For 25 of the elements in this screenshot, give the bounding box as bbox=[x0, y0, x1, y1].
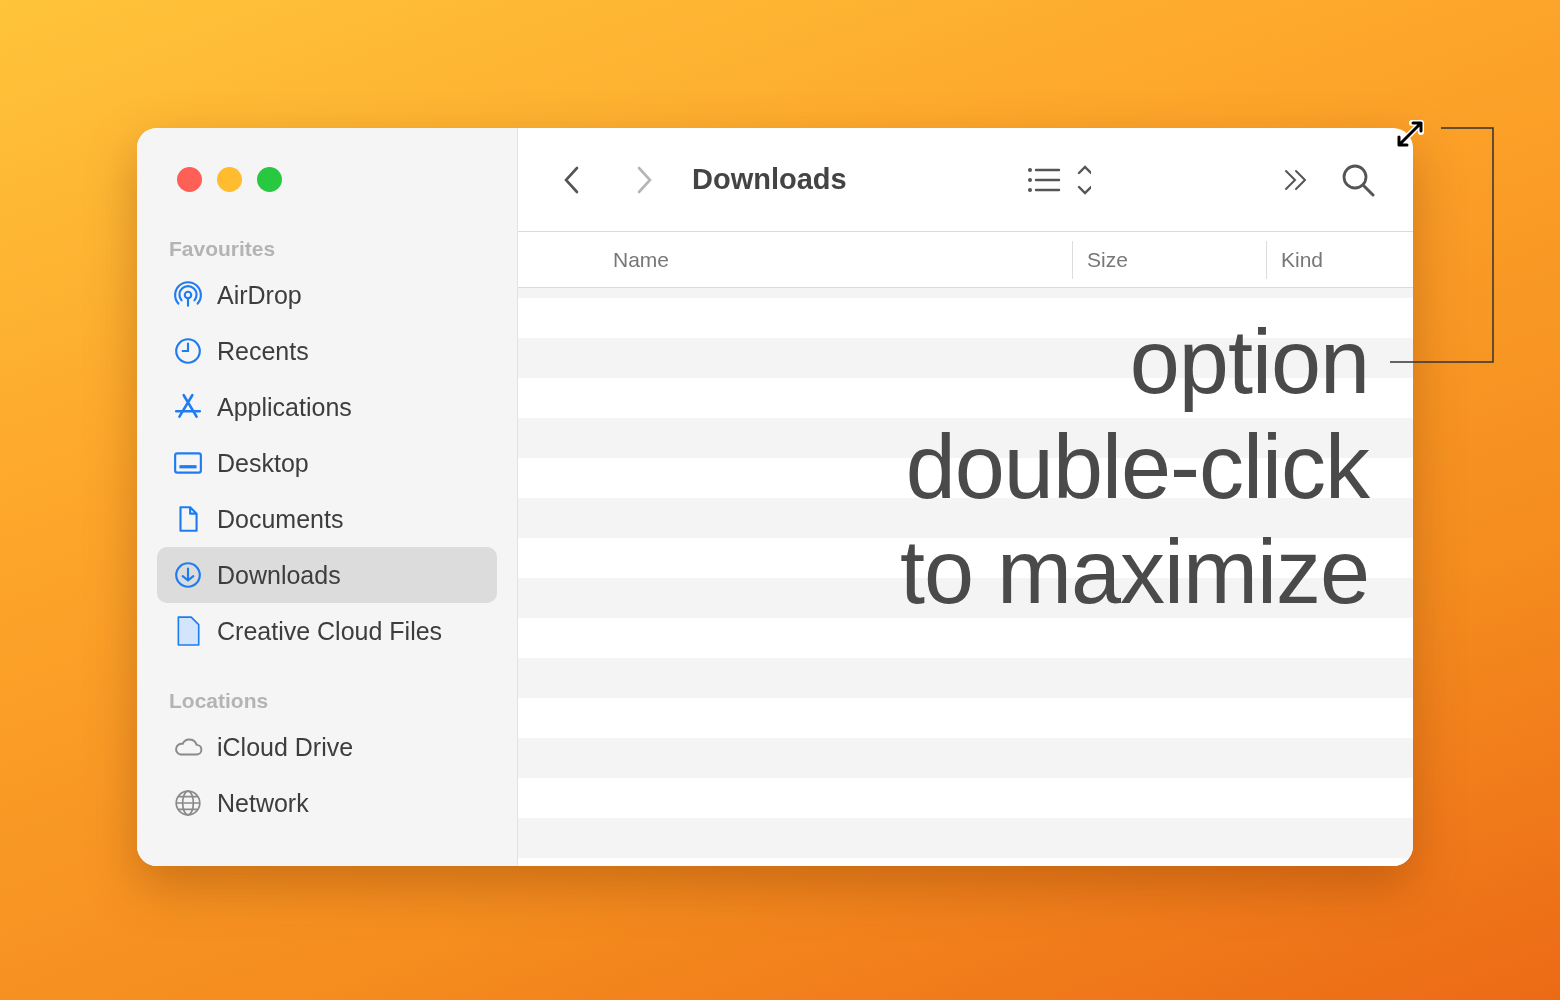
annotation-text: to maximize bbox=[899, 521, 1369, 624]
search-button[interactable] bbox=[1341, 162, 1375, 197]
sidebar-item[interactable]: Desktop bbox=[157, 435, 497, 491]
list-view-button[interactable] bbox=[1026, 163, 1091, 196]
sidebar-heading: Favourites bbox=[168, 236, 277, 262]
sidebar-item[interactable]: iCloud Drive bbox=[157, 719, 497, 775]
download-icon bbox=[173, 560, 203, 590]
column-header[interactable]: Name bbox=[518, 240, 1073, 279]
close-button[interactable] bbox=[177, 167, 202, 192]
airdrop-icon bbox=[173, 280, 203, 310]
annotation-text: option bbox=[1129, 311, 1369, 414]
clock-icon bbox=[173, 336, 203, 366]
sidebar-item[interactable]: Network bbox=[157, 775, 497, 831]
sidebar-heading: Locations bbox=[168, 688, 270, 714]
sidebar-item[interactable]: Recents bbox=[157, 323, 497, 379]
sidebar-item[interactable]: Creative Cloud Files bbox=[157, 603, 497, 659]
column-header[interactable]: Size bbox=[1073, 240, 1267, 279]
sidebar-item[interactable]: Downloads bbox=[157, 547, 497, 603]
sidebar-item[interactable]: AirDrop bbox=[157, 267, 497, 323]
annotation-text: double-click bbox=[905, 416, 1369, 519]
column-header[interactable]: Kind bbox=[1267, 240, 1324, 279]
sidebar-item[interactable]: Applications bbox=[157, 379, 497, 435]
sidebar-item[interactable]: Documents bbox=[157, 491, 497, 547]
window-title: Downloads bbox=[692, 163, 847, 196]
globe-icon bbox=[173, 788, 203, 818]
